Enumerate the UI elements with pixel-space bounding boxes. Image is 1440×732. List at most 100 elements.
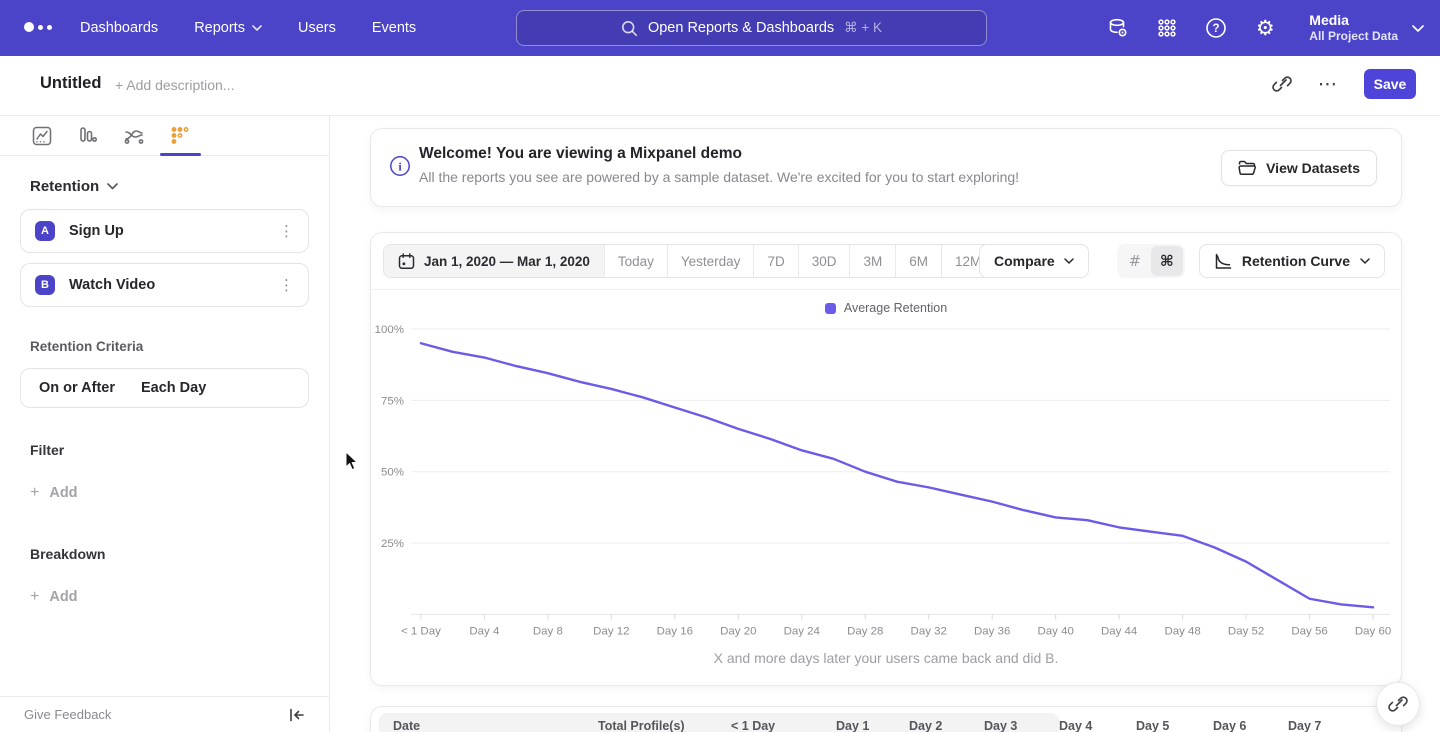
step-card-a[interactable]: A Sign Up ⋮ <box>20 209 309 253</box>
retention-table-card: Date Total Profile(s) < 1 Day Day 1 Day … <box>370 706 1402 732</box>
svg-text:i: i <box>398 159 402 173</box>
global-search-input[interactable]: Open Reports & Dashboards ⌘ + K <box>516 10 987 46</box>
svg-text:Day 12: Day 12 <box>593 625 629 637</box>
kebab-menu-icon[interactable]: ⋮ <box>279 222 294 240</box>
query-sidebar: Retention A Sign Up ⋮ B Watch Video ⋮ Re… <box>0 116 330 732</box>
give-feedback-link[interactable]: Give Feedback <box>24 707 111 722</box>
svg-text:75%: 75% <box>381 395 404 407</box>
plus-icon: + <box>30 588 39 606</box>
retention-criteria-heading: Retention Criteria <box>30 339 329 354</box>
tab-insights-icon[interactable] <box>31 123 53 149</box>
chevron-down-icon <box>1412 25 1424 32</box>
preset-30d[interactable]: 30D <box>798 245 850 277</box>
welcome-banner: i Welcome! You are viewing a Mixpanel de… <box>370 128 1402 207</box>
retention-section-dropdown[interactable]: Retention <box>30 178 329 195</box>
col-header-day5: Day 5 <box>1136 719 1169 732</box>
banner-title: Welcome! You are viewing a Mixpanel demo <box>419 145 742 163</box>
preset-yesterday[interactable]: Yesterday <box>667 245 754 277</box>
report-type-tabs <box>0 116 329 156</box>
main-content: i Welcome! You are viewing a Mixpanel de… <box>330 116 1440 732</box>
curve-chart-icon <box>1214 253 1232 270</box>
active-tab-indicator <box>160 153 201 156</box>
report-title[interactable]: Untitled <box>40 74 101 93</box>
project-name: Media <box>1309 12 1398 29</box>
nav-item-events[interactable]: Events <box>372 20 416 36</box>
col-header-day7: Day 7 <box>1288 719 1321 732</box>
banner-subtitle: All the reports you see are powered by a… <box>419 169 1019 185</box>
copy-link-icon[interactable] <box>1272 74 1292 94</box>
add-breakdown-button[interactable]: + Add <box>30 588 329 606</box>
project-scope: All Project Data <box>1309 29 1398 44</box>
svg-text:25%: 25% <box>381 538 404 550</box>
data-management-icon[interactable] <box>1105 15 1131 41</box>
chart-legend[interactable]: Average Retention <box>371 299 1401 317</box>
svg-text:Day 36: Day 36 <box>974 625 1010 637</box>
preset-7d[interactable]: 7D <box>753 245 797 277</box>
view-datasets-button[interactable]: View Datasets <box>1221 150 1377 186</box>
save-button[interactable]: Save <box>1364 69 1416 99</box>
primary-nav: Dashboards Reports Users Events <box>80 0 416 56</box>
retention-criteria-card: On or After Each Day <box>20 368 309 408</box>
step-label-a: Sign Up <box>69 223 124 239</box>
apps-grid-icon[interactable] <box>1154 15 1180 41</box>
criteria-condition-select[interactable]: On or After <box>39 380 115 396</box>
nav-item-users[interactable]: Users <box>298 20 336 36</box>
mixpanel-logo-icon[interactable] <box>24 22 52 32</box>
collapse-sidebar-icon[interactable] <box>289 708 305 722</box>
tab-flows-icon[interactable] <box>123 123 145 149</box>
kebab-menu-icon[interactable]: ⋮ <box>279 276 294 294</box>
col-header-total-profiles: Total Profile(s) <box>598 719 685 732</box>
preset-3m[interactable]: 3M <box>849 245 895 277</box>
nav-right-cluster: ? ⚙ Media All Project Data <box>1105 0 1424 56</box>
view-toggle-group: # ⌘ <box>1117 244 1185 278</box>
filter-heading: Filter <box>30 442 329 458</box>
svg-text:100%: 100% <box>375 324 404 336</box>
mouse-cursor <box>345 451 359 471</box>
date-range-group: Jan 1, 2020 — Mar 1, 2020 Today Yesterda… <box>383 244 995 278</box>
criteria-unit-select[interactable]: Each Day <box>141 380 206 396</box>
retention-line-chart: 25%50%75%100%< 1 DayDay 4Day 8Day 12Day … <box>371 317 1401 646</box>
svg-text:Day 28: Day 28 <box>847 625 883 637</box>
preset-6m[interactable]: 6M <box>895 245 941 277</box>
col-header-day3: Day 3 <box>984 719 1017 732</box>
step-card-b[interactable]: B Watch Video ⋮ <box>20 263 309 307</box>
search-icon <box>621 20 638 37</box>
step-badge-a: A <box>35 221 55 241</box>
compare-button[interactable]: Compare <box>979 244 1089 278</box>
tab-retention-icon[interactable] <box>169 123 191 149</box>
nav-item-reports[interactable]: Reports <box>194 20 262 36</box>
calendar-icon <box>398 253 415 270</box>
svg-text:< 1 Day: < 1 Day <box>401 625 441 637</box>
svg-text:Day 8: Day 8 <box>533 625 563 637</box>
step-badge-b: B <box>35 275 55 295</box>
legend-swatch <box>825 303 836 314</box>
step-label-b: Watch Video <box>69 277 155 293</box>
more-menu-icon[interactable]: ⋯ <box>1318 73 1338 95</box>
project-selector[interactable]: Media All Project Data <box>1309 12 1424 44</box>
tab-funnels-icon[interactable] <box>77 123 99 149</box>
settings-gear-icon[interactable]: ⚙ <box>1252 15 1278 41</box>
svg-text:Day 48: Day 48 <box>1164 625 1200 637</box>
chevron-down-icon <box>107 183 118 190</box>
chart-type-selector[interactable]: Retention Curve <box>1199 244 1385 278</box>
chevron-down-icon <box>1064 258 1074 264</box>
breakdown-heading: Breakdown <box>30 546 329 562</box>
share-link-button[interactable] <box>1376 682 1420 726</box>
col-header-day6: Day 6 <box>1213 719 1246 732</box>
add-description-field[interactable]: + Add description... <box>115 77 234 93</box>
help-icon[interactable]: ? <box>1203 15 1229 41</box>
date-range-picker[interactable]: Jan 1, 2020 — Mar 1, 2020 <box>384 245 604 277</box>
folder-icon <box>1238 160 1256 176</box>
svg-text:Day 44: Day 44 <box>1101 625 1138 637</box>
preset-today[interactable]: Today <box>604 245 667 277</box>
grid-view-toggle-icon[interactable]: # <box>1119 246 1151 276</box>
retention-chart-card: Jan 1, 2020 — Mar 1, 2020 Today Yesterda… <box>370 232 1402 686</box>
add-filter-button[interactable]: + Add <box>30 484 329 502</box>
col-header-day4: Day 4 <box>1059 719 1092 732</box>
search-shortcut: ⌘ + K <box>844 20 882 36</box>
chevron-down-icon <box>1360 258 1370 264</box>
chart-footnote: X and more days later your users came ba… <box>371 650 1401 666</box>
nav-item-dashboards[interactable]: Dashboards <box>80 20 158 36</box>
chart-view-toggle-icon[interactable]: ⌘ <box>1151 246 1183 276</box>
svg-text:50%: 50% <box>381 467 404 479</box>
